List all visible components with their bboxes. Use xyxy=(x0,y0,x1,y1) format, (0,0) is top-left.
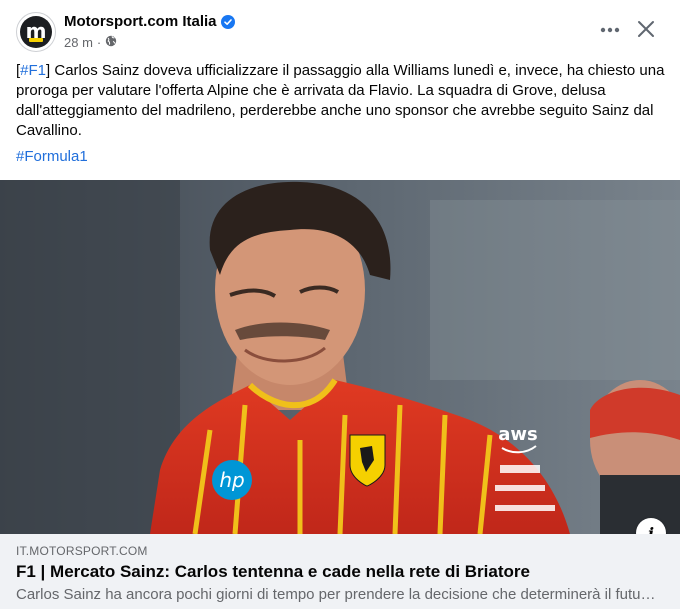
link-headline[interactable]: F1 | Mercato Sainz: Carlos tentenna e ca… xyxy=(16,562,530,582)
close-button[interactable] xyxy=(634,17,658,41)
post-header: m Motorsport.com Italia 28 m · xyxy=(0,0,680,58)
link-preview[interactable]: IT.MOTORSPORT.COM F1 | Mercato Sainz: Ca… xyxy=(0,534,680,609)
more-options-button[interactable] xyxy=(596,18,624,42)
driver-photo-illustration: hp aws xyxy=(0,180,680,534)
meta-separator: · xyxy=(96,35,102,50)
post-message: [#F1] Carlos Sainz doveva ufficializzare… xyxy=(16,61,666,141)
link-domain: IT.MOTORSPORT.COM xyxy=(16,544,148,558)
post-timestamp[interactable]: 28 m xyxy=(64,35,93,50)
verified-badge-icon xyxy=(220,14,235,29)
hashtag-f1-link[interactable]: #F1 xyxy=(20,62,46,79)
hashtag-formula1-link[interactable]: #Formula1 xyxy=(16,148,88,165)
post-body-text: Carlos Sainz doveva ufficializzare il pa… xyxy=(16,62,665,139)
page-name-link[interactable]: Motorsport.com Italia xyxy=(64,13,217,30)
page-name-row: Motorsport.com Italia xyxy=(64,13,235,30)
article-photo[interactable]: hp aws xyxy=(0,180,680,534)
avatar-logo-bar xyxy=(29,38,43,42)
link-description: Carlos Sainz ha ancora pochi giorni di t… xyxy=(16,586,656,603)
more-dots-icon xyxy=(600,27,620,33)
post-meta: 28 m · xyxy=(64,35,117,50)
page-avatar[interactable]: m xyxy=(16,12,56,52)
aws-logo-text: aws xyxy=(498,424,538,445)
avatar-logo: m xyxy=(20,16,52,48)
globe-icon xyxy=(105,35,117,50)
hp-logo-text: hp xyxy=(219,468,244,492)
close-icon xyxy=(638,21,654,37)
